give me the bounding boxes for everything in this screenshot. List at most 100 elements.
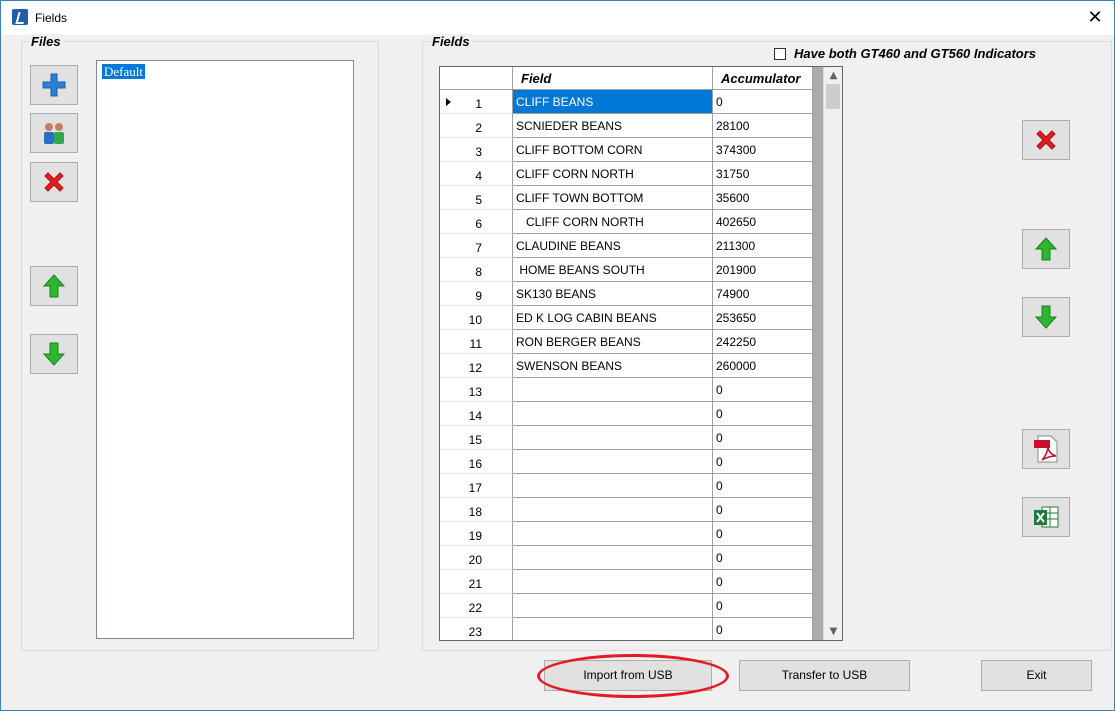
accumulator-cell[interactable]: 0: [713, 474, 813, 498]
row-header[interactable]: 4: [440, 162, 513, 186]
table-row[interactable]: 16 0: [440, 450, 813, 474]
delete-field-button[interactable]: [1022, 120, 1070, 160]
delete-file-button[interactable]: [30, 162, 78, 202]
row-header[interactable]: 17: [440, 474, 513, 498]
row-header[interactable]: 11: [440, 330, 513, 354]
accumulator-cell[interactable]: 253650: [713, 306, 813, 330]
accumulator-cell[interactable]: 211300: [713, 234, 813, 258]
table-row[interactable]: 18 0: [440, 498, 813, 522]
table-row[interactable]: 3 CLIFF BOTTOM CORN 374300: [440, 138, 813, 162]
table-row[interactable]: 19 0: [440, 522, 813, 546]
accumulator-cell[interactable]: 0: [713, 378, 813, 402]
indicators-checkbox-row[interactable]: Have both GT460 and GT560 Indicators: [774, 46, 1036, 61]
list-item[interactable]: Default: [102, 64, 145, 79]
table-row[interactable]: 10 ED K LOG CABIN BEANS 253650: [440, 306, 813, 330]
row-header[interactable]: 6: [440, 210, 513, 234]
field-name-cell[interactable]: [513, 570, 713, 594]
table-row[interactable]: 4 CLIFF CORN NORTH 31750: [440, 162, 813, 186]
row-header[interactable]: 15: [440, 426, 513, 450]
accumulator-cell[interactable]: 0: [713, 546, 813, 570]
indicators-checkbox[interactable]: [774, 47, 786, 60]
field-name-cell[interactable]: SK130 BEANS: [513, 282, 713, 306]
column-header-field[interactable]: Field: [513, 67, 713, 90]
field-name-cell[interactable]: [513, 594, 713, 618]
grid-vertical-scrollbar[interactable]: ▲ ▼: [823, 67, 842, 640]
table-row[interactable]: 1 CLIFF BEANS 0: [440, 90, 813, 114]
table-row[interactable]: 9 SK130 BEANS 74900: [440, 282, 813, 306]
accumulator-cell[interactable]: 201900: [713, 258, 813, 282]
accumulator-cell[interactable]: 0: [713, 498, 813, 522]
field-name-cell[interactable]: [513, 426, 713, 450]
accumulator-cell[interactable]: 0: [713, 618, 813, 640]
field-name-cell[interactable]: [513, 618, 713, 640]
table-row[interactable]: 17 0: [440, 474, 813, 498]
move-file-down-button[interactable]: [30, 334, 78, 374]
table-row[interactable]: 11 RON BERGER BEANS 242250: [440, 330, 813, 354]
field-name-cell[interactable]: [513, 402, 713, 426]
field-name-cell[interactable]: [513, 474, 713, 498]
row-header[interactable]: 21: [440, 570, 513, 594]
accumulator-cell[interactable]: 74900: [713, 282, 813, 306]
scroll-thumb[interactable]: [826, 84, 840, 109]
add-file-button[interactable]: [30, 65, 78, 105]
field-name-cell[interactable]: ED K LOG CABIN BEANS: [513, 306, 713, 330]
accumulator-cell[interactable]: 0: [713, 522, 813, 546]
close-button[interactable]: ✕: [1081, 4, 1109, 32]
row-header[interactable]: 5: [440, 186, 513, 210]
row-header[interactable]: 19: [440, 522, 513, 546]
row-header[interactable]: 10: [440, 306, 513, 330]
files-listbox[interactable]: Default: [96, 60, 354, 639]
scroll-up-arrow-icon[interactable]: ▲: [824, 67, 842, 84]
table-row[interactable]: 8 HOME BEANS SOUTH 201900: [440, 258, 813, 282]
accumulator-cell[interactable]: 28100: [713, 114, 813, 138]
field-name-cell[interactable]: RON BERGER BEANS: [513, 330, 713, 354]
scroll-down-arrow-icon[interactable]: ▼: [824, 623, 842, 640]
row-header[interactable]: 9: [440, 282, 513, 306]
row-header[interactable]: 14: [440, 402, 513, 426]
field-name-cell[interactable]: [513, 378, 713, 402]
column-header-accumulator[interactable]: Accumulator: [713, 67, 813, 90]
accumulator-cell[interactable]: 374300: [713, 138, 813, 162]
accumulator-cell[interactable]: 242250: [713, 330, 813, 354]
export-pdf-button[interactable]: [1022, 429, 1070, 469]
table-row[interactable]: 13 0: [440, 378, 813, 402]
field-name-cell[interactable]: [513, 522, 713, 546]
row-header[interactable]: 1: [440, 90, 513, 114]
field-name-cell[interactable]: [513, 498, 713, 522]
field-name-cell[interactable]: CLIFF CORN NORTH: [513, 162, 713, 186]
accumulator-cell[interactable]: 35600: [713, 186, 813, 210]
table-row[interactable]: 21 0: [440, 570, 813, 594]
field-name-cell[interactable]: [513, 450, 713, 474]
accumulator-cell[interactable]: 31750: [713, 162, 813, 186]
move-file-up-button[interactable]: [30, 266, 78, 306]
accumulator-cell[interactable]: 0: [713, 90, 813, 114]
field-name-cell[interactable]: [513, 546, 713, 570]
accumulator-cell[interactable]: 0: [713, 570, 813, 594]
row-header[interactable]: 7: [440, 234, 513, 258]
exit-button[interactable]: Exit: [981, 660, 1092, 691]
accumulator-cell[interactable]: 0: [713, 402, 813, 426]
table-row[interactable]: 7 CLAUDINE BEANS 211300: [440, 234, 813, 258]
row-header[interactable]: 20: [440, 546, 513, 570]
field-name-cell[interactable]: SCNIEDER BEANS: [513, 114, 713, 138]
accumulator-cell[interactable]: 260000: [713, 354, 813, 378]
accumulator-cell[interactable]: 0: [713, 594, 813, 618]
row-header[interactable]: 8: [440, 258, 513, 282]
table-row[interactable]: 6 CLIFF CORN NORTH 402650: [440, 210, 813, 234]
row-header[interactable]: 3: [440, 138, 513, 162]
table-row[interactable]: 20 0: [440, 546, 813, 570]
row-header[interactable]: 22: [440, 594, 513, 618]
table-row[interactable]: 2 SCNIEDER BEANS 28100: [440, 114, 813, 138]
table-row[interactable]: 15 0: [440, 426, 813, 450]
field-name-cell[interactable]: CLIFF BOTTOM CORN: [513, 138, 713, 162]
row-header[interactable]: 13: [440, 378, 513, 402]
accumulator-cell[interactable]: 0: [713, 426, 813, 450]
accumulator-cell[interactable]: 0: [713, 450, 813, 474]
move-field-up-button[interactable]: [1022, 229, 1070, 269]
row-header[interactable]: 2: [440, 114, 513, 138]
row-header[interactable]: 12: [440, 354, 513, 378]
field-name-cell[interactable]: CLIFF CORN NORTH: [513, 210, 713, 234]
table-row[interactable]: 12 SWENSON BEANS 260000: [440, 354, 813, 378]
move-field-down-button[interactable]: [1022, 297, 1070, 337]
table-row[interactable]: 23 0: [440, 618, 813, 640]
